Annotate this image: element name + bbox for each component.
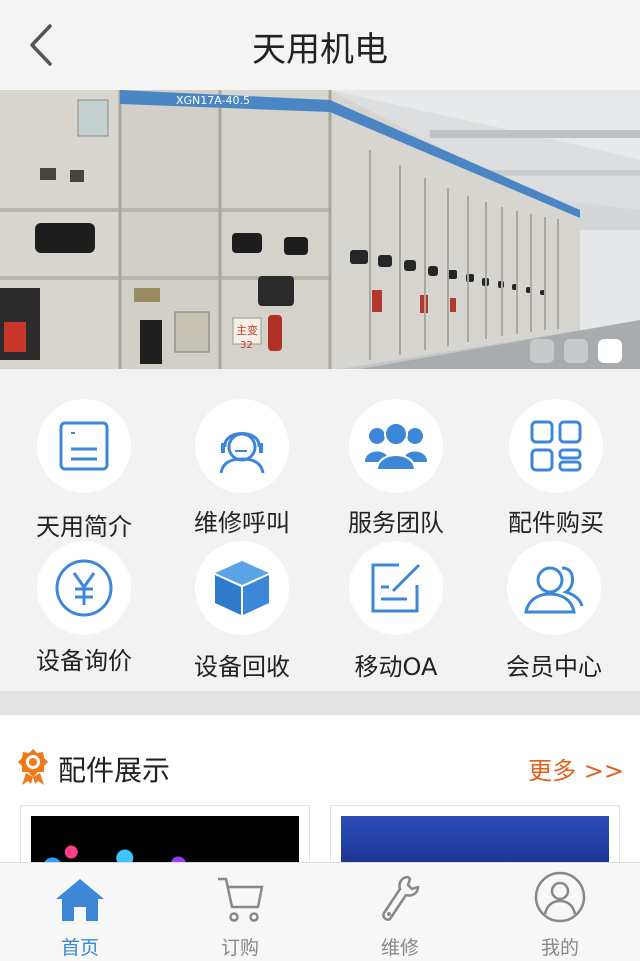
- menu-item-equipment-recycle[interactable]: 设备回收: [162, 541, 322, 682]
- cart-icon: [218, 877, 264, 922]
- carousel-indicators: [530, 339, 622, 363]
- menu-item-company-intro[interactable]: 天用简介: [4, 399, 164, 542]
- edit-icon: [371, 563, 421, 613]
- menu-icon-circle: [509, 399, 603, 493]
- menu-item-repair-call[interactable]: 维修呼叫: [162, 399, 322, 538]
- user-icon: [534, 871, 586, 923]
- menu-icon-circle: [37, 541, 131, 635]
- menu-label: 天用简介: [36, 513, 132, 541]
- menu-label: 维修呼叫: [194, 509, 290, 537]
- menu-icon-circle: [195, 541, 289, 635]
- carousel-dot-3[interactable]: [598, 339, 622, 363]
- tab-label: 订购: [220, 937, 259, 959]
- tag-number: 32: [240, 340, 253, 351]
- cube-icon: [215, 561, 269, 615]
- section-title: 配件展示: [58, 754, 171, 787]
- award-icon: [18, 749, 48, 785]
- tab-repair[interactable]: 维修: [320, 863, 480, 961]
- tab-label: 我的: [540, 937, 579, 959]
- menu-icon-circle: [37, 399, 131, 493]
- tab-order[interactable]: 订购: [160, 863, 320, 961]
- menu-label: 配件购买: [508, 509, 604, 537]
- parts-section: 配件展示 更多 >>: [0, 715, 640, 877]
- yen-icon: [55, 559, 113, 617]
- menu-item-service-team[interactable]: 服务团队: [316, 399, 476, 538]
- headset-icon: [219, 432, 265, 474]
- tab-home[interactable]: 首页: [0, 863, 160, 961]
- menu-label: 设备询价: [36, 647, 132, 675]
- section-divider: [0, 691, 640, 715]
- tab-label: 维修: [380, 937, 419, 959]
- switchgear-photo: XGN17A-40.5 主变 32: [0, 90, 640, 369]
- bottom-tab-bar: 首页 订购 维修 我的: [0, 862, 640, 961]
- banner-carousel[interactable]: XGN17A-40.5 主变 32: [0, 90, 640, 369]
- document-icon: [59, 421, 109, 471]
- menu-icon-circle: [349, 541, 443, 635]
- carousel-dot-2[interactable]: [564, 339, 588, 363]
- menu-label: 移动OA: [354, 653, 438, 681]
- home-icon: [56, 879, 104, 921]
- grid-icon: [530, 420, 582, 472]
- menu-item-parts-purchase[interactable]: 配件购买: [476, 399, 636, 538]
- menu-item-mobile-oa[interactable]: 移动OA: [316, 541, 476, 682]
- menu-icon-circle: [195, 399, 289, 493]
- warning-tag: 主变: [236, 323, 258, 337]
- menu-icon-circle: [507, 541, 601, 635]
- panel-code-label: XGN17A-40.5: [176, 94, 250, 107]
- wrench-icon: [382, 875, 420, 921]
- menu-item-equipment-quote[interactable]: 设备询价: [4, 541, 164, 676]
- tab-label: 首页: [60, 937, 99, 959]
- carousel-dot-1[interactable]: [530, 339, 554, 363]
- tab-mine[interactable]: 我的: [480, 863, 640, 961]
- team-icon: [365, 422, 427, 471]
- members-icon: [524, 566, 584, 614]
- app-header: 天用机电: [0, 0, 640, 91]
- service-menu-grid: 天用简介 维修呼叫 服务团队 配件购买 设备询价 设备回收 移动OA 会员中心: [0, 369, 640, 691]
- menu-icon-circle: [349, 399, 443, 493]
- menu-item-member-center[interactable]: 会员中心: [474, 541, 634, 682]
- menu-label: 会员中心: [506, 653, 602, 681]
- menu-label: 设备回收: [194, 653, 290, 681]
- more-link[interactable]: 更多 >>: [528, 751, 624, 786]
- page-title: 天用机电: [252, 30, 388, 70]
- menu-label: 服务团队: [348, 509, 444, 537]
